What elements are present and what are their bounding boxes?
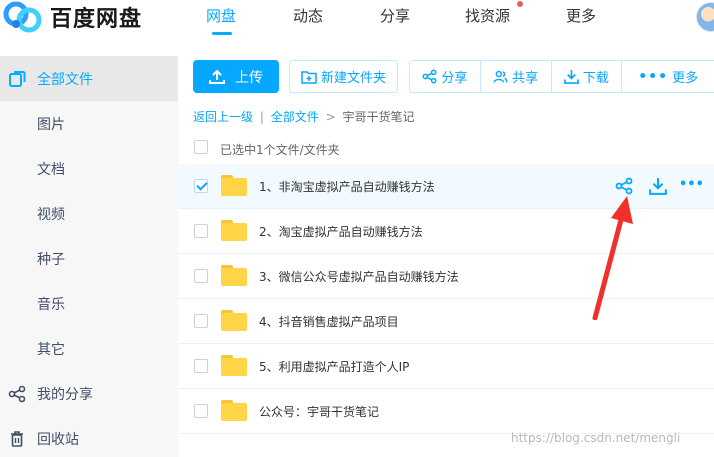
people-icon xyxy=(493,70,508,83)
share-button[interactable]: 分享 xyxy=(410,61,481,92)
sidebar-item-label: 其它 xyxy=(37,341,65,358)
row-checkbox[interactable] xyxy=(194,359,208,373)
sidebar: 全部文件 图片 文档 视频 种子 音乐 其它 我的分享 回收站 xyxy=(0,56,178,457)
file-name[interactable]: 公众号：宇哥干货笔记 xyxy=(259,403,379,420)
file-row[interactable]: 3、微信公众号虚拟产品自动赚钱方法 xyxy=(178,254,714,299)
new-folder-button-label: 新建文件夹 xyxy=(320,71,386,86)
sidebar-item-images[interactable]: 图片 xyxy=(0,101,178,146)
row-download-icon[interactable] xyxy=(649,177,667,195)
sidebar-item-others[interactable]: 其它 xyxy=(0,326,178,371)
download-button[interactable]: 下载 xyxy=(552,61,623,92)
nav-tab-share[interactable]: 分享 xyxy=(380,5,410,26)
new-folder-icon xyxy=(301,70,317,84)
all-files-icon xyxy=(9,70,26,87)
file-name[interactable]: 5、利用虚拟产品打造个人IP xyxy=(259,358,409,375)
more-button-label: 更多 xyxy=(672,71,699,86)
upload-button-label: 上传 xyxy=(235,69,263,86)
folder-icon xyxy=(221,400,247,421)
file-name[interactable]: 1、非淘宝虚拟产品自动赚钱方法 xyxy=(259,178,435,195)
nav-tab-netdisk[interactable]: 网盘 xyxy=(206,5,236,26)
row-more-icon[interactable]: ••• xyxy=(679,177,704,195)
file-row[interactable]: 5、利用虚拟产品打造个人IP xyxy=(178,344,714,389)
sidebar-item-all-files[interactable]: 全部文件 xyxy=(0,56,178,101)
sidebar-item-label: 图片 xyxy=(37,116,65,133)
file-row[interactable]: 2、淘宝虚拟产品自动赚钱方法 xyxy=(178,209,714,254)
watermark: https://blog.csdn.net/mengli xyxy=(511,431,681,445)
file-name[interactable]: 3、微信公众号虚拟产品自动赚钱方法 xyxy=(259,268,459,285)
sidebar-item-label: 种子 xyxy=(37,251,65,268)
nav-tab-activity[interactable]: 动态 xyxy=(293,5,323,26)
row-checkbox[interactable] xyxy=(194,314,208,328)
avatar[interactable] xyxy=(696,2,714,32)
upload-button[interactable]: 上传 xyxy=(193,60,279,93)
sidebar-item-label: 音乐 xyxy=(37,296,65,313)
file-row[interactable]: 公众号：宇哥干货笔记 xyxy=(178,389,714,434)
trash-icon xyxy=(11,430,23,447)
sidebar-item-label: 文档 xyxy=(37,161,65,178)
download-button-label: 下载 xyxy=(582,71,609,86)
upload-icon xyxy=(209,69,225,84)
selection-info: 已选中1个文件/文件夹 xyxy=(220,143,340,157)
new-folder-button[interactable]: 新建文件夹 xyxy=(289,60,398,93)
sidebar-item-my-shares[interactable]: 我的分享 xyxy=(0,371,178,416)
row-share-icon[interactable] xyxy=(615,177,633,195)
sidebar-item-label: 我的分享 xyxy=(37,386,93,403)
file-row[interactable]: 1、非淘宝虚拟产品自动赚钱方法 ••• xyxy=(178,164,714,209)
co-share-button[interactable]: 共享 xyxy=(481,61,552,92)
sidebar-item-recycle-bin[interactable]: 回收站 xyxy=(0,416,178,457)
row-actions: ••• xyxy=(615,177,705,195)
logo-text: 百度网盘 xyxy=(50,7,143,32)
sidebar-item-documents[interactable]: 文档 xyxy=(0,146,178,191)
baidu-netdisk-logo-icon xyxy=(3,1,42,33)
breadcrumb-current: 宇哥干货笔记 xyxy=(342,110,415,124)
more-button[interactable]: ••• 更多 xyxy=(622,61,714,92)
sidebar-item-label: 全部文件 xyxy=(37,71,93,88)
file-row[interactable]: 4、抖音销售虚拟产品项目 xyxy=(178,299,714,344)
sidebar-item-label: 视频 xyxy=(37,206,65,223)
file-name[interactable]: 4、抖音销售虚拟产品项目 xyxy=(259,313,399,330)
sidebar-item-torrents[interactable]: 种子 xyxy=(0,236,178,281)
row-checkbox[interactable] xyxy=(194,179,208,193)
select-all-checkbox[interactable] xyxy=(194,140,208,154)
share-button-label: 分享 xyxy=(441,71,468,86)
breadcrumb: 返回上一级 | 全部文件 > 宇哥干货笔记 xyxy=(193,108,414,125)
share-icon xyxy=(422,69,437,84)
top-bar: 百度网盘 网盘 动态 分享 找资源 更多 xyxy=(0,0,714,40)
logo[interactable]: 百度网盘 xyxy=(2,0,142,34)
nav-tab-more[interactable]: 更多 xyxy=(566,5,596,26)
sidebar-item-videos[interactable]: 视频 xyxy=(0,191,178,236)
more-dots-icon: ••• xyxy=(638,68,669,85)
folder-icon xyxy=(221,310,247,331)
active-tab-underline xyxy=(212,32,232,35)
row-checkbox[interactable] xyxy=(194,269,208,283)
file-action-group: 分享 共享 下载 ••• 更多 xyxy=(409,60,714,93)
baidu-netdisk-page: 百度网盘 网盘 动态 分享 找资源 更多 全部文件 图片 文档 视频 种子 音乐… xyxy=(0,0,714,457)
breadcrumb-divider: | xyxy=(259,110,264,124)
co-share-button-label: 共享 xyxy=(512,71,539,86)
breadcrumb-back-link[interactable]: 返回上一级 xyxy=(193,110,253,124)
sidebar-item-label: 回收站 xyxy=(37,431,79,448)
folder-icon xyxy=(221,175,247,196)
breadcrumb-arrow: > xyxy=(325,110,336,124)
folder-icon xyxy=(221,265,247,286)
share-icon xyxy=(8,385,26,402)
notification-dot xyxy=(517,1,523,7)
folder-icon xyxy=(221,355,247,376)
folder-icon xyxy=(221,220,247,241)
download-icon xyxy=(564,69,579,84)
nav-tab-find-resources[interactable]: 找资源 xyxy=(465,5,510,26)
sidebar-item-music[interactable]: 音乐 xyxy=(0,281,178,326)
row-checkbox[interactable] xyxy=(194,224,208,238)
row-checkbox[interactable] xyxy=(194,404,208,418)
file-name[interactable]: 2、淘宝虚拟产品自动赚钱方法 xyxy=(259,223,423,240)
breadcrumb-root-link[interactable]: 全部文件 xyxy=(271,110,319,124)
